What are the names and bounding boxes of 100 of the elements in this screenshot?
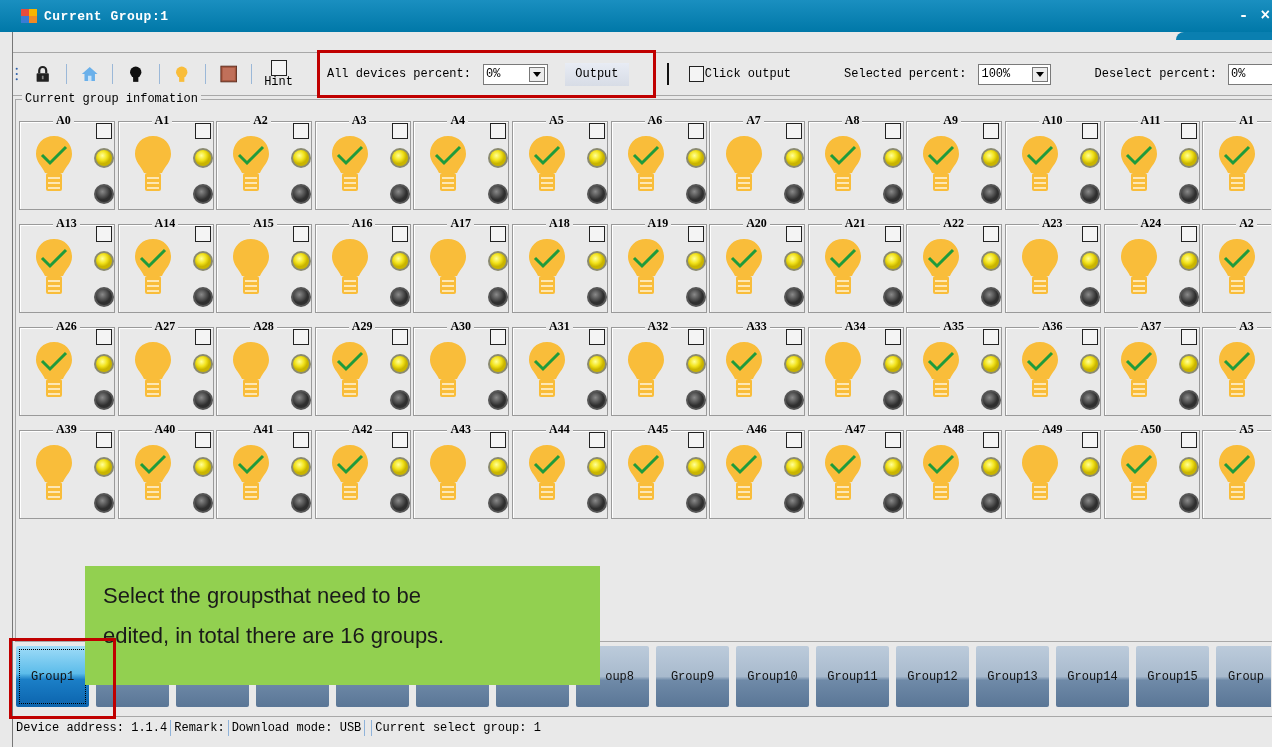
click-output-checkbox[interactable] [689, 66, 704, 82]
device-checkbox[interactable] [293, 226, 310, 242]
device-checkbox[interactable] [786, 123, 803, 139]
light-bulb-icon[interactable] [35, 238, 73, 296]
device-checkbox[interactable] [786, 226, 803, 242]
light-bulb-icon[interactable] [330, 135, 369, 193]
device-checkbox[interactable] [588, 432, 605, 448]
device-checkbox[interactable] [96, 226, 112, 242]
device-checkbox[interactable] [687, 123, 704, 139]
light-bulb-icon[interactable] [35, 135, 73, 193]
device-checkbox[interactable] [1081, 329, 1098, 345]
device-checkbox[interactable] [194, 329, 211, 345]
group-tab[interactable]: Group14 [1056, 646, 1129, 707]
device-checkbox[interactable] [588, 226, 605, 242]
device-checkbox[interactable] [1081, 123, 1098, 139]
device-checkbox[interactable] [1081, 226, 1098, 242]
group-tab[interactable]: Group10 [736, 646, 809, 707]
light-bulb-icon[interactable] [1218, 238, 1257, 296]
device-checkbox[interactable] [884, 226, 901, 242]
light-bulb-icon[interactable] [1119, 135, 1158, 193]
light-bulb-icon[interactable] [35, 341, 73, 399]
percent-dropdown[interactable]: 0% [482, 63, 549, 85]
device-checkbox[interactable] [1180, 226, 1197, 242]
light-bulb-icon[interactable] [330, 341, 369, 399]
light-bulb-icon[interactable] [626, 444, 665, 502]
device-checkbox[interactable] [1180, 329, 1197, 345]
light-bulb-icon[interactable] [823, 444, 862, 502]
output-button[interactable]: Output [565, 62, 629, 86]
house-icon[interactable] [80, 64, 99, 84]
device-checkbox[interactable] [786, 329, 803, 345]
device-checkbox[interactable] [490, 329, 507, 345]
light-bulb-icon[interactable] [232, 135, 271, 193]
close-button[interactable]: × [1260, 7, 1270, 25]
light-bulb-icon[interactable] [527, 238, 566, 296]
group-tab[interactable]: Group13 [976, 646, 1049, 707]
device-checkbox[interactable] [96, 432, 112, 448]
hint-checkbox[interactable] [270, 60, 287, 76]
device-checkbox[interactable] [884, 329, 901, 345]
group-tab[interactable]: Group1 [16, 646, 89, 707]
light-bulb-icon[interactable] [922, 135, 961, 193]
light-bulb-icon[interactable] [1119, 444, 1158, 502]
minimize-button[interactable]: - [1238, 7, 1249, 25]
device-checkbox[interactable] [391, 329, 408, 345]
light-bulb-icon[interactable] [922, 444, 961, 502]
group-tab[interactable]: Group15 [1136, 646, 1209, 707]
light-bulb-icon[interactable] [725, 238, 764, 296]
device-checkbox[interactable] [293, 432, 310, 448]
device-checkbox[interactable] [1180, 432, 1197, 448]
device-checkbox[interactable] [391, 226, 408, 242]
light-bulb-icon[interactable] [527, 135, 566, 193]
device-checkbox[interactable] [687, 329, 704, 345]
group-tab[interactable]: Group11 [816, 646, 889, 707]
light-bulb-icon[interactable] [429, 135, 468, 193]
light-bulb-icon[interactable] [626, 135, 665, 193]
light-bulb-icon[interactable] [1020, 341, 1059, 399]
device-checkbox[interactable] [293, 123, 310, 139]
device-checkbox[interactable] [884, 432, 901, 448]
group-tab[interactable]: Group [1216, 646, 1271, 707]
square-icon[interactable] [219, 64, 238, 84]
device-checkbox[interactable] [983, 123, 1000, 139]
device-checkbox[interactable] [194, 123, 211, 139]
device-checkbox[interactable] [96, 123, 112, 139]
device-checkbox[interactable] [490, 123, 507, 139]
device-checkbox[interactable] [490, 226, 507, 242]
light-bulb-icon[interactable] [1020, 135, 1059, 193]
light-bulb-icon[interactable] [823, 238, 862, 296]
light-bulb-icon[interactable] [725, 341, 764, 399]
light-bulb-icon[interactable] [823, 135, 862, 193]
device-checkbox[interactable] [983, 329, 1000, 345]
light-bulb-icon[interactable] [1119, 341, 1158, 399]
device-checkbox[interactable] [1081, 432, 1098, 448]
light-bulb-icon[interactable] [922, 341, 961, 399]
device-checkbox[interactable] [786, 432, 803, 448]
group-tab[interactable]: Group12 [896, 646, 969, 707]
device-checkbox[interactable] [983, 226, 1000, 242]
light-bulb-icon[interactable] [725, 444, 764, 502]
lock-icon[interactable] [34, 64, 52, 84]
light-bulb-icon[interactable] [922, 238, 961, 296]
light-bulb-icon[interactable] [1218, 444, 1257, 502]
percent-dropdown[interactable]: 100% [978, 63, 1051, 85]
light-bulb-icon[interactable] [133, 238, 172, 296]
light-bulb-icon[interactable] [232, 444, 271, 502]
group-tab[interactable]: Group9 [656, 646, 729, 707]
light-bulb-icon[interactable] [330, 444, 369, 502]
device-checkbox[interactable] [588, 329, 605, 345]
device-checkbox[interactable] [1180, 123, 1197, 139]
percent-field[interactable]: 0% [1227, 63, 1272, 85]
device-checkbox[interactable] [96, 329, 112, 345]
device-checkbox[interactable] [687, 226, 704, 242]
light-bulb-icon[interactable] [527, 444, 566, 502]
device-checkbox[interactable] [194, 432, 211, 448]
device-checkbox[interactable] [194, 226, 211, 242]
light-bulb-icon[interactable] [133, 444, 172, 502]
light-bulb-icon[interactable] [626, 238, 665, 296]
light-bulb-icon[interactable] [1218, 135, 1257, 193]
device-checkbox[interactable] [490, 432, 507, 448]
device-checkbox[interactable] [884, 123, 901, 139]
device-checkbox[interactable] [983, 432, 1000, 448]
light-bulb-icon[interactable] [1218, 341, 1257, 399]
device-checkbox[interactable] [293, 329, 310, 345]
